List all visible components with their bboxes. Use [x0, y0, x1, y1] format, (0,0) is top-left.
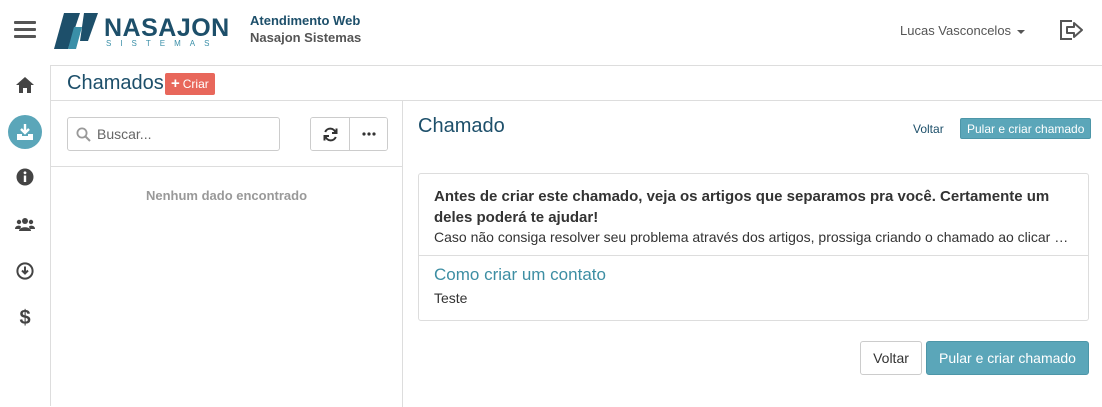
hamburger-menu-icon[interactable]	[14, 21, 36, 41]
refresh-button[interactable]	[311, 118, 349, 150]
svg-text:$: $	[19, 307, 30, 327]
card-subtitle: Caso não consiga resolver seu problema a…	[434, 229, 1073, 245]
create-button[interactable]: + Criar	[165, 73, 215, 95]
article-title[interactable]: Como criar um contato	[434, 265, 606, 285]
app-title: Atendimento Web	[250, 13, 361, 28]
search-field[interactable]	[67, 117, 280, 151]
content-header: Chamados + Criar	[51, 66, 1102, 101]
users-icon[interactable]	[8, 207, 42, 241]
refresh-icon	[323, 127, 337, 141]
search-icon	[76, 127, 91, 142]
card-header: Antes de criar este chamado, veja os art…	[419, 174, 1088, 256]
ellipsis-icon	[361, 132, 376, 136]
dollar-icon[interactable]: $	[8, 300, 42, 334]
nasajon-logo[interactable]: NASAJON SISTEMAS	[54, 12, 229, 50]
back-link[interactable]: Voltar	[913, 122, 944, 136]
home-icon[interactable]	[8, 68, 42, 102]
list-panel: Nenhum dado encontrado	[51, 101, 403, 407]
skip-create-button[interactable]: Pular e criar chamado	[926, 341, 1089, 375]
create-button-label: Criar	[182, 77, 209, 91]
detail-title: Chamado	[418, 115, 505, 137]
skip-create-small-button[interactable]: Pular e criar chamado	[960, 118, 1092, 139]
logo-subtext: SISTEMAS	[106, 39, 219, 48]
detail-panel: Chamado Voltar Pular e criar chamado Ant…	[403, 101, 1102, 407]
suggested-articles-card: Antes de criar este chamado, veja os art…	[418, 173, 1089, 321]
logo-mark-icon	[54, 13, 98, 49]
list-actions	[310, 117, 388, 151]
article-description: Teste	[434, 290, 468, 306]
content-area: Chamados + Criar Buscar... Nenhum dado e…	[50, 65, 1102, 407]
company-name: Nasajon Sistemas	[250, 30, 362, 45]
download-circle-icon[interactable]	[8, 254, 42, 288]
card-heading: Antes de criar este chamado, veja os art…	[434, 188, 1050, 226]
user-menu-dropdown[interactable]: Lucas Vasconcelos	[900, 23, 1026, 38]
empty-list-message: Nenhum dado encontrado	[145, 188, 308, 203]
logo-text: NASAJON	[104, 14, 230, 42]
inbox-download-icon[interactable]	[8, 115, 42, 149]
logout-icon[interactable]	[1058, 18, 1084, 42]
caret-down-icon	[1017, 29, 1026, 34]
sidebar: $	[0, 64, 50, 406]
search-input[interactable]	[97, 126, 267, 142]
top-bar: NASAJON SISTEMAS Atendimento Web Nasajon…	[0, 0, 1102, 64]
page-title: Chamados	[67, 72, 164, 94]
back-button[interactable]: Voltar	[860, 341, 922, 375]
list-item[interactable]: Como criar um contato Teste	[434, 265, 606, 306]
list-divider	[51, 166, 402, 167]
plus-icon: +	[171, 75, 180, 92]
info-icon[interactable]	[8, 160, 42, 194]
user-name: Lucas Vasconcelos	[900, 23, 1012, 38]
more-options-button[interactable]	[349, 118, 387, 150]
